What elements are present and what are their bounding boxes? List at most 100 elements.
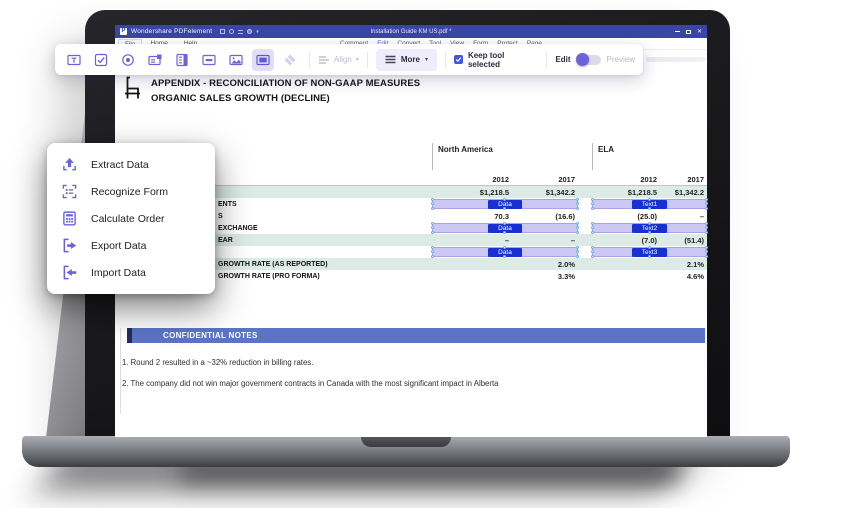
selection-handle[interactable] <box>647 207 651 210</box>
selection-handle[interactable] <box>591 250 594 253</box>
checkbox-field-icon[interactable] <box>90 49 112 71</box>
more-button[interactable]: More ▾ <box>375 48 437 71</box>
toolbar-divider <box>546 51 548 68</box>
laptop-base <box>22 436 790 467</box>
maximize-icon[interactable] <box>685 29 691 34</box>
selection-handle[interactable] <box>503 231 506 234</box>
selection-handle[interactable] <box>591 202 594 205</box>
selection-handle[interactable] <box>576 202 579 205</box>
selection-handle[interactable] <box>576 246 579 249</box>
align-group[interactable]: Align ▾ <box>318 54 359 66</box>
close-icon[interactable]: ✕ <box>697 29 702 35</box>
selection-handle[interactable] <box>576 207 579 210</box>
menu-item-calculate-order[interactable]: Calculate Order <box>47 205 215 232</box>
eraser-icon[interactable] <box>279 49 301 71</box>
form-field[interactable]: Data <box>431 198 579 210</box>
selection-handle[interactable] <box>705 226 708 229</box>
radio-button-field-icon[interactable] <box>117 49 139 71</box>
minimize-icon[interactable] <box>674 31 680 32</box>
form-field[interactable]: Text3 <box>591 246 708 258</box>
share-icon[interactable] <box>247 29 253 34</box>
selection-handle[interactable] <box>576 226 579 229</box>
cell: (51.4) <box>684 235 704 245</box>
selection-handle[interactable] <box>431 231 434 234</box>
page-border <box>120 328 121 414</box>
selection-handle[interactable] <box>647 231 651 234</box>
form-toolbar: Align ▾ More ▾ Keep tool selected Edit P… <box>55 44 643 75</box>
selection-handle[interactable] <box>705 250 708 253</box>
edit-preview-toggle[interactable] <box>575 52 601 66</box>
button-field-icon[interactable] <box>198 49 220 71</box>
listbox-field-icon[interactable] <box>171 49 193 71</box>
signature-field-icon[interactable] <box>252 48 274 71</box>
menu-item-extract-data[interactable]: Extract Data <box>47 151 215 178</box>
selection-handle[interactable] <box>591 255 594 258</box>
dropdown-icon[interactable]: ▾ <box>256 29 259 35</box>
selection-handle[interactable] <box>576 250 579 253</box>
cell: $1,342.2 <box>674 187 704 197</box>
app-title: Wondershare PDFelement <box>131 28 213 35</box>
selection-handle[interactable] <box>705 202 708 205</box>
heading-line-2: ORGANIC SALES GROWTH (DECLINE) <box>151 93 330 104</box>
toggle-knob[interactable] <box>575 52 589 66</box>
selection-handle[interactable] <box>647 222 651 225</box>
cell: – <box>570 235 575 245</box>
open-icon[interactable] <box>220 29 226 34</box>
selection-handle[interactable] <box>705 246 708 249</box>
selection-handle[interactable] <box>591 246 594 249</box>
selection-handle[interactable] <box>431 255 434 258</box>
selection-handle[interactable] <box>431 222 434 225</box>
image-field-icon[interactable] <box>225 49 247 71</box>
selection-handle[interactable] <box>647 198 651 201</box>
form-field[interactable]: Data <box>431 222 579 234</box>
selection-handle[interactable] <box>431 246 434 249</box>
form-field[interactable]: Data <box>431 246 579 258</box>
edit-preview-toggle-group: Edit Preview <box>555 52 635 66</box>
heading-line-1: APPENDIX - RECONCILIATION OF NON-GAAP ME… <box>151 78 421 89</box>
selection-handle[interactable] <box>431 250 434 253</box>
selection-handle[interactable] <box>647 246 651 249</box>
banner-label: CONFIDENTIAL NOTES <box>163 331 258 340</box>
selection-handle[interactable] <box>576 198 579 201</box>
selection-handle[interactable] <box>503 255 506 258</box>
selection-handle[interactable] <box>705 198 708 201</box>
selection-handle[interactable] <box>431 198 434 201</box>
selection-handle[interactable] <box>431 207 434 210</box>
keep-tool-checkbox[interactable] <box>453 55 463 64</box>
selection-handle[interactable] <box>503 207 506 210</box>
form-field[interactable]: Text2 <box>591 222 708 234</box>
selection-handle[interactable] <box>591 226 594 229</box>
hamburger-icon <box>385 55 396 64</box>
menu-item-recognize-form[interactable]: Recognize Form <box>47 178 215 205</box>
selection-handle[interactable] <box>503 246 506 249</box>
selection-handle[interactable] <box>591 222 594 225</box>
preview-label: Preview <box>606 55 635 64</box>
combobox-field-icon[interactable] <box>144 49 166 71</box>
menu-item-export-data[interactable]: Export Data <box>47 232 215 259</box>
menu-item-import-data[interactable]: Import Data <box>47 259 215 286</box>
selection-handle[interactable] <box>576 222 579 225</box>
selection-handle[interactable] <box>705 207 708 210</box>
selection-handle[interactable] <box>647 255 651 258</box>
selection-handle[interactable] <box>705 231 708 234</box>
selection-handle[interactable] <box>591 198 594 201</box>
align-icon <box>319 55 329 64</box>
text-field-icon[interactable] <box>63 49 85 71</box>
settings-icon[interactable] <box>229 29 235 34</box>
more-label: More <box>400 55 420 64</box>
selection-handle[interactable] <box>431 226 434 229</box>
selection-handle[interactable] <box>591 231 594 234</box>
selection-handle[interactable] <box>576 255 579 258</box>
selection-handle[interactable] <box>431 202 434 205</box>
edit-label: Edit <box>555 55 571 64</box>
selection-handle[interactable] <box>591 207 594 210</box>
form-field[interactable]: Text1 <box>591 198 708 210</box>
menu-item-label: Export Data <box>91 239 147 252</box>
document-title: Installation Guide KM US.pdf * <box>370 28 452 35</box>
selection-handle[interactable] <box>576 231 579 234</box>
selection-handle[interactable] <box>705 222 708 225</box>
selection-handle[interactable] <box>503 222 506 225</box>
print-icon[interactable] <box>238 29 244 34</box>
selection-handle[interactable] <box>503 198 506 201</box>
selection-handle[interactable] <box>705 255 708 258</box>
